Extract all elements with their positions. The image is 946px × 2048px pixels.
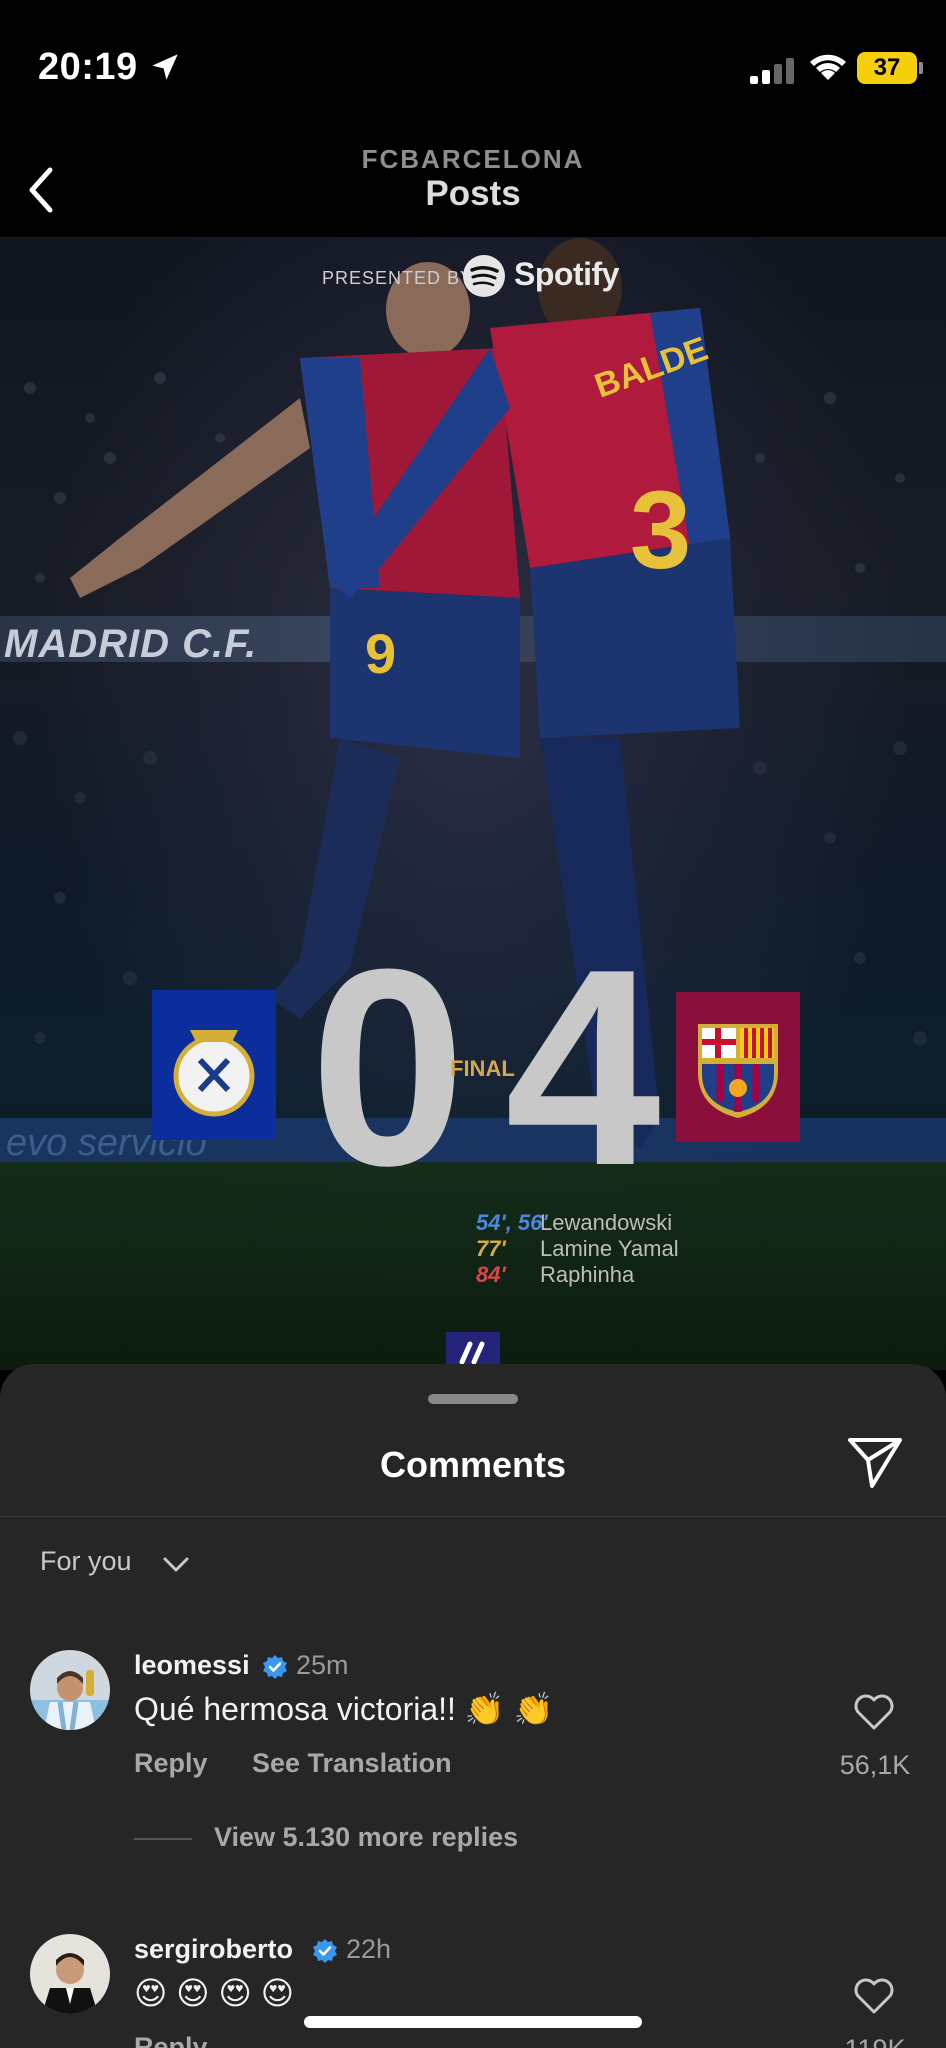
comment-text: Qué hermosa victoria!! 👏 👏 (134, 1691, 554, 1727)
scorer-row: 77' Lamine Yamal (476, 1236, 679, 1262)
comments-title: Comments (379, 1444, 567, 1485)
comment-username[interactable]: sergiroberto (134, 1934, 293, 1965)
comment-text: 😍 😍 😍 😍 (134, 1975, 295, 2011)
player-right-number: 3 (630, 469, 691, 592)
scorers-list: 54', 56'Lewandowski 77' Lamine Yamal 84' R… (476, 1210, 679, 1288)
players-celebrating: 9 BALDE 3 (70, 238, 740, 1148)
sergiroberto-avatar-image (30, 1934, 110, 2014)
scorer-minute: 77' (476, 1236, 506, 1261)
heart-icon[interactable] (852, 1692, 896, 1732)
sponsor-bar: PRESENTED BY Spotify (0, 246, 946, 302)
comment-item: sergiroberto 22h 😍 😍 😍 😍 Reply 119K (0, 1934, 946, 2048)
home-score: 0 (310, 912, 466, 1224)
scorer-minute: 84' (476, 1262, 506, 1287)
scorer-name: Lamine Yamal (540, 1236, 679, 1261)
scorer-row: 84' Raphinha (476, 1262, 679, 1288)
home-indicator[interactable] (304, 2016, 642, 2028)
fc-barcelona-crest-icon (698, 1024, 778, 1118)
status-bar: 20:19 37 (0, 0, 946, 140)
heart-icon[interactable] (852, 1976, 896, 2016)
leomessi-avatar-image (30, 1650, 110, 1730)
sponsor-name: Spotify (514, 256, 619, 292)
like-count: 119K (800, 2034, 946, 2048)
reply-button[interactable]: Reply (134, 1748, 208, 1779)
comment-item: leomessi 25m Qué hermosa victoria!! 👏 👏 … (0, 1650, 946, 1853)
scorer-name: Lewandowski (540, 1210, 673, 1235)
verified-badge-icon (263, 1655, 287, 1679)
presented-by-label: PRESENTED BY (322, 268, 474, 288)
scorer-row: 54', 56'Lewandowski (476, 1210, 679, 1236)
verified-badge-icon (313, 1939, 337, 1963)
real-madrid-crest (152, 990, 276, 1140)
post-image[interactable]: MADRID C.F. evo servicio 9 BALDE 3 PRESE… (0, 238, 946, 1370)
player-left-number: 9 (365, 622, 396, 685)
chevron-down-icon[interactable] (162, 1556, 190, 1574)
scorer-name: Raphinha (540, 1262, 635, 1287)
see-translation-button[interactable]: See Translation (252, 1748, 452, 1779)
comments-sheet: Comments For you leomessi 25m Qué hermos… (0, 1364, 946, 2048)
divider (0, 1516, 946, 1517)
cellular-signal-icon (750, 58, 794, 84)
sheet-drag-handle[interactable] (428, 1394, 518, 1404)
status-time: 20:19 (38, 46, 138, 88)
scorer-minute: 54', 56' (476, 1210, 548, 1235)
comment-time: 25m (296, 1650, 349, 1680)
avatar[interactable] (30, 1934, 110, 2014)
location-arrow-icon (152, 54, 178, 80)
reply-button[interactable]: Reply (134, 2032, 208, 2048)
page-title: Posts (425, 174, 521, 213)
comment-filter-dropdown[interactable]: For you (40, 1546, 132, 1577)
real-madrid-crest-icon (173, 1030, 255, 1117)
wifi-icon (810, 54, 846, 80)
replies-line (134, 1838, 192, 1840)
comment-time: 22h (346, 1934, 392, 1964)
account-name[interactable]: FCBARCELONA (0, 144, 946, 175)
comment-username[interactable]: leomessi (134, 1650, 250, 1681)
away-score: 4 (505, 912, 661, 1224)
send-icon[interactable] (846, 1434, 904, 1490)
match-status: FINAL (450, 1056, 515, 1081)
post-header: FCBARCELONA Posts (0, 140, 946, 238)
avatar[interactable] (30, 1650, 110, 1730)
battery-indicator: 37 (857, 52, 923, 84)
spotify-logo-icon (463, 255, 505, 297)
like-count: 56,1K (839, 1750, 911, 1780)
fc-barcelona-crest (676, 992, 800, 1142)
view-more-replies-button[interactable]: View 5.130 more replies (214, 1822, 518, 1853)
